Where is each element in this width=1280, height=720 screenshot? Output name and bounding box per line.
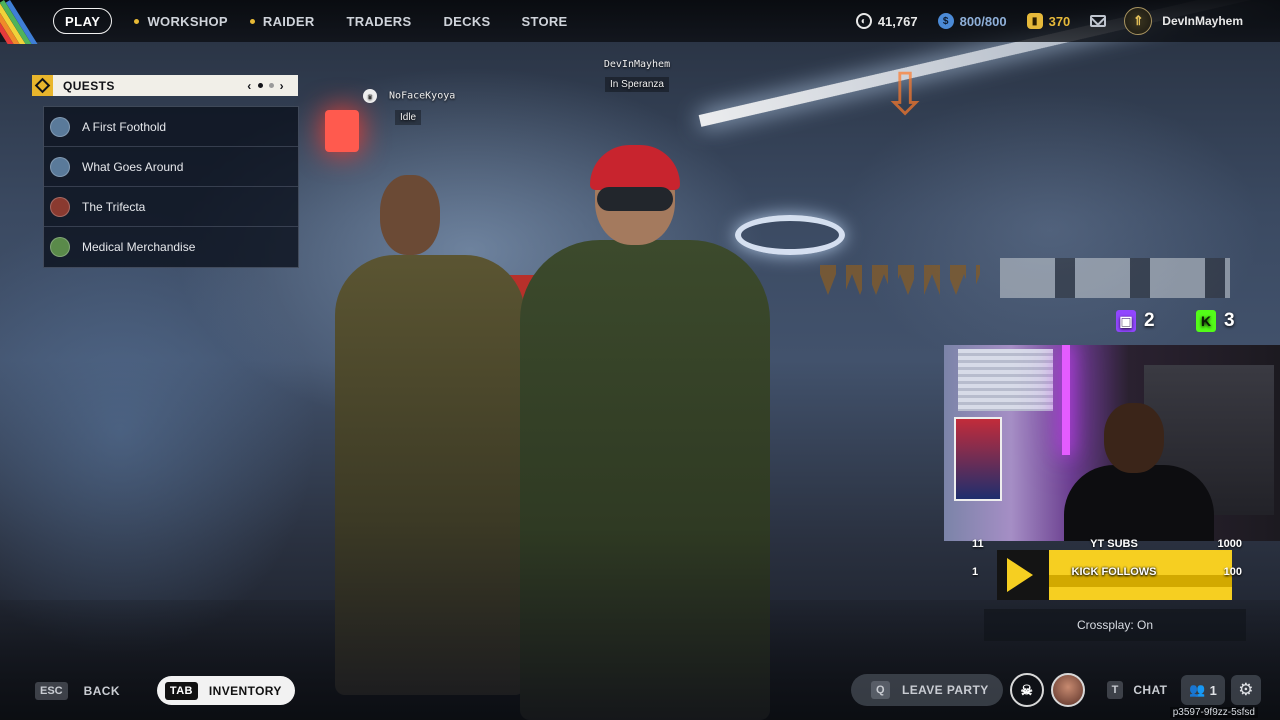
twitch-viewer-count: ▣ 2 bbox=[1116, 310, 1155, 332]
arrow-sign: ⇩ bbox=[880, 62, 930, 127]
skull-snake-icon: ☠ bbox=[1020, 681, 1033, 698]
list-item[interactable]: A First Foothold bbox=[44, 107, 298, 147]
tab-key-hint: TAB bbox=[164, 681, 198, 700]
friends-icon: 👥 bbox=[1189, 682, 1206, 697]
character-right-raider bbox=[500, 145, 780, 720]
bottom-right-actions: Q LEAVE PARTY ☠ T CHAT 👥 1 ⚙ bbox=[851, 673, 1261, 707]
character-left-raider bbox=[325, 160, 545, 720]
kick-viewer-count: K 3 bbox=[1196, 310, 1235, 332]
quests-title: QUESTS bbox=[63, 78, 115, 93]
red-lamp bbox=[325, 110, 359, 152]
top-right-status: ◐ 41,767 $ 800/800 ▮ 370 ⇑ DevInMayhem bbox=[855, 0, 1280, 42]
kick-icon: K bbox=[1196, 310, 1216, 332]
player-status: Idle bbox=[395, 110, 422, 125]
player-nameplate-center: DevInMayhem In Speranza bbox=[600, 59, 674, 92]
rainbow-stripe-decoration bbox=[0, 0, 44, 44]
profile-username: DevInMayhem bbox=[1162, 14, 1243, 28]
credits-icon: ◐ bbox=[855, 13, 872, 29]
nav-play-button[interactable]: PLAY bbox=[53, 8, 113, 34]
chevron-right-icon[interactable]: › bbox=[280, 79, 284, 93]
player-nameplate-left: ♛ NoFaceKyoya Idle bbox=[363, 89, 455, 125]
quests-panel: QUESTS ‹ › A First Foothold What Goes Ar… bbox=[32, 75, 299, 268]
party-leader-crown-icon: ♛ bbox=[363, 89, 377, 103]
nav-traders[interactable]: TRADERS bbox=[347, 14, 412, 29]
inventory-button[interactable]: TAB INVENTORY bbox=[156, 676, 295, 705]
bottom-left-actions: ESC BACK TAB INVENTORY bbox=[35, 676, 295, 705]
quest-diamond-icon bbox=[32, 75, 53, 96]
quest-giver-avatar bbox=[50, 116, 70, 137]
notification-dot bbox=[249, 18, 255, 24]
yt-subs-goal: 11 YT SUBS 1000 bbox=[972, 538, 1242, 550]
quest-giver-avatar bbox=[50, 237, 70, 257]
wall-poster bbox=[954, 417, 1002, 501]
token-icon: ▮ bbox=[1026, 13, 1043, 29]
list-item[interactable]: What Goes Around bbox=[44, 147, 298, 187]
party-member-avatar[interactable] bbox=[1050, 673, 1085, 707]
chat-button[interactable]: T CHAT bbox=[1106, 681, 1168, 699]
player-status: In Speranza bbox=[605, 77, 669, 92]
streamer bbox=[1104, 403, 1164, 473]
party-member-avatar[interactable]: ☠ bbox=[1009, 673, 1044, 707]
quests-pager: ‹ › bbox=[247, 75, 284, 96]
pennant-banners bbox=[820, 265, 980, 295]
gear-icon: ⚙ bbox=[1238, 680, 1254, 699]
profile-button[interactable]: ⇑ DevInMayhem bbox=[1124, 7, 1243, 35]
page-dot bbox=[268, 83, 274, 88]
mail-icon[interactable] bbox=[1090, 15, 1107, 27]
coins-counter: $ 800/800 bbox=[937, 13, 1007, 29]
twitch-icon: ▣ bbox=[1116, 310, 1136, 332]
settings-button[interactable]: ⚙ bbox=[1230, 675, 1261, 705]
friends-button[interactable]: 👥 1 bbox=[1181, 675, 1225, 705]
main-nav: PLAY WORKSHOP RAIDER TRADERS DECKS STORE bbox=[53, 8, 568, 34]
build-version: p3597-9f9zz-5sfsd bbox=[1169, 707, 1258, 718]
player-name: NoFaceKyoya bbox=[389, 90, 456, 102]
credits-counter: ◐ 41,767 bbox=[855, 13, 918, 29]
quest-giver-avatar bbox=[50, 196, 70, 217]
nav-workshop[interactable]: WORKSHOP bbox=[134, 14, 228, 29]
leave-party-button[interactable]: Q LEAVE PARTY bbox=[851, 674, 1003, 706]
back-button[interactable]: BACK bbox=[84, 684, 120, 698]
quests-header: QUESTS ‹ › bbox=[32, 75, 298, 96]
coin-icon: $ bbox=[937, 13, 954, 29]
red-helmet bbox=[590, 145, 680, 190]
nav-decks[interactable]: DECKS bbox=[443, 14, 490, 29]
stream-goals-widget: 11 YT SUBS 1000 1 KICK FOLLOWS 100 bbox=[964, 534, 1264, 606]
tokens-counter: ▮ 370 bbox=[1026, 13, 1070, 29]
notification-dot bbox=[134, 18, 140, 24]
q-key-hint: Q bbox=[871, 681, 890, 699]
quest-giver-avatar bbox=[50, 156, 70, 177]
background-monitors bbox=[1000, 258, 1230, 298]
chevron-left-icon[interactable]: ‹ bbox=[247, 79, 251, 93]
neon-light bbox=[1062, 345, 1070, 455]
list-item[interactable]: Medical Merchandise bbox=[44, 227, 298, 267]
goggles bbox=[597, 187, 673, 211]
list-item[interactable]: The Trifecta bbox=[44, 187, 298, 227]
nav-store[interactable]: STORE bbox=[521, 14, 567, 29]
rank-badge-icon: ⇑ bbox=[1124, 7, 1153, 35]
player-name: DevInMayhem bbox=[603, 59, 671, 70]
kick-follows-goal: 1 KICK FOLLOWS 100 bbox=[972, 566, 1242, 578]
esc-key-hint: ESC bbox=[35, 681, 68, 700]
crossplay-status: Crossplay: On bbox=[984, 609, 1246, 641]
quest-list: A First Foothold What Goes Around The Tr… bbox=[43, 106, 299, 268]
top-nav-bar: PLAY WORKSHOP RAIDER TRADERS DECKS STORE… bbox=[0, 0, 1280, 44]
t-key-hint: T bbox=[1106, 681, 1124, 699]
nav-raider[interactable]: RAIDER bbox=[249, 14, 315, 29]
page-dot-active bbox=[257, 83, 263, 88]
streamer-webcam bbox=[944, 345, 1280, 541]
